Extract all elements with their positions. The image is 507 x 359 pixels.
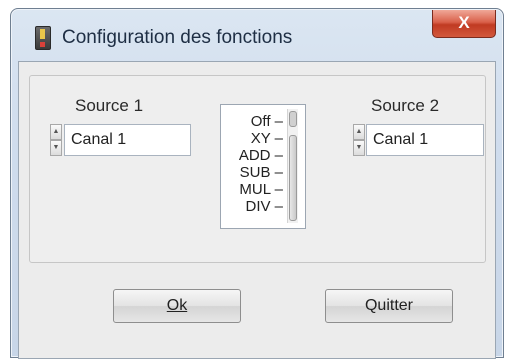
scroll-up-icon[interactable]	[289, 111, 297, 127]
source2-input[interactable]: Canal 1	[366, 124, 484, 156]
source2-label: Source 2	[371, 96, 440, 115]
source1-label: Source 1	[75, 96, 144, 115]
source1-spin-down-icon[interactable]: ▼	[50, 140, 62, 156]
source2-spin-down-icon[interactable]: ▼	[353, 140, 365, 156]
source1-spin-up-icon[interactable]: ▲	[50, 124, 62, 140]
function-item-xy[interactable]: XY –	[223, 130, 285, 147]
function-item-mul[interactable]: MUL –	[223, 181, 285, 198]
function-item-sub[interactable]: SUB –	[223, 164, 285, 181]
scrollbar-thumb[interactable]	[289, 135, 297, 221]
function-item-div[interactable]: DIV –	[223, 198, 285, 215]
close-button[interactable]: X	[432, 10, 496, 38]
function-item-add[interactable]: ADD –	[223, 147, 285, 164]
function-list: Off – XY – ADD – SUB – MUL – DIV –	[223, 113, 285, 215]
function-item-off[interactable]: Off –	[223, 113, 285, 130]
app-icon	[35, 26, 51, 50]
dialog-body: Source 1 ▲ ▼ Canal 1 Off – XY – ADD – SU…	[18, 61, 496, 359]
quit-button[interactable]: Quitter	[325, 289, 453, 323]
source2-spinner[interactable]: ▲ ▼	[353, 124, 365, 156]
ok-button[interactable]: Ok	[113, 289, 241, 323]
source1-spinner[interactable]: ▲ ▼	[50, 124, 62, 156]
window-title: Configuration des fonctions	[62, 27, 293, 48]
function-list-scrollbar[interactable]	[287, 109, 298, 223]
sources-group: Source 1 ▲ ▼ Canal 1 Off – XY – ADD – SU…	[29, 75, 486, 263]
title-bar[interactable]: Configuration des fonctions X	[11, 9, 503, 61]
function-listbox[interactable]: Off – XY – ADD – SUB – MUL – DIV –	[220, 104, 306, 229]
source1-input[interactable]: Canal 1	[64, 124, 191, 156]
dialog-window: Configuration des fonctions X Source 1 ▲…	[10, 8, 504, 359]
source2-spin-up-icon[interactable]: ▲	[353, 124, 365, 140]
